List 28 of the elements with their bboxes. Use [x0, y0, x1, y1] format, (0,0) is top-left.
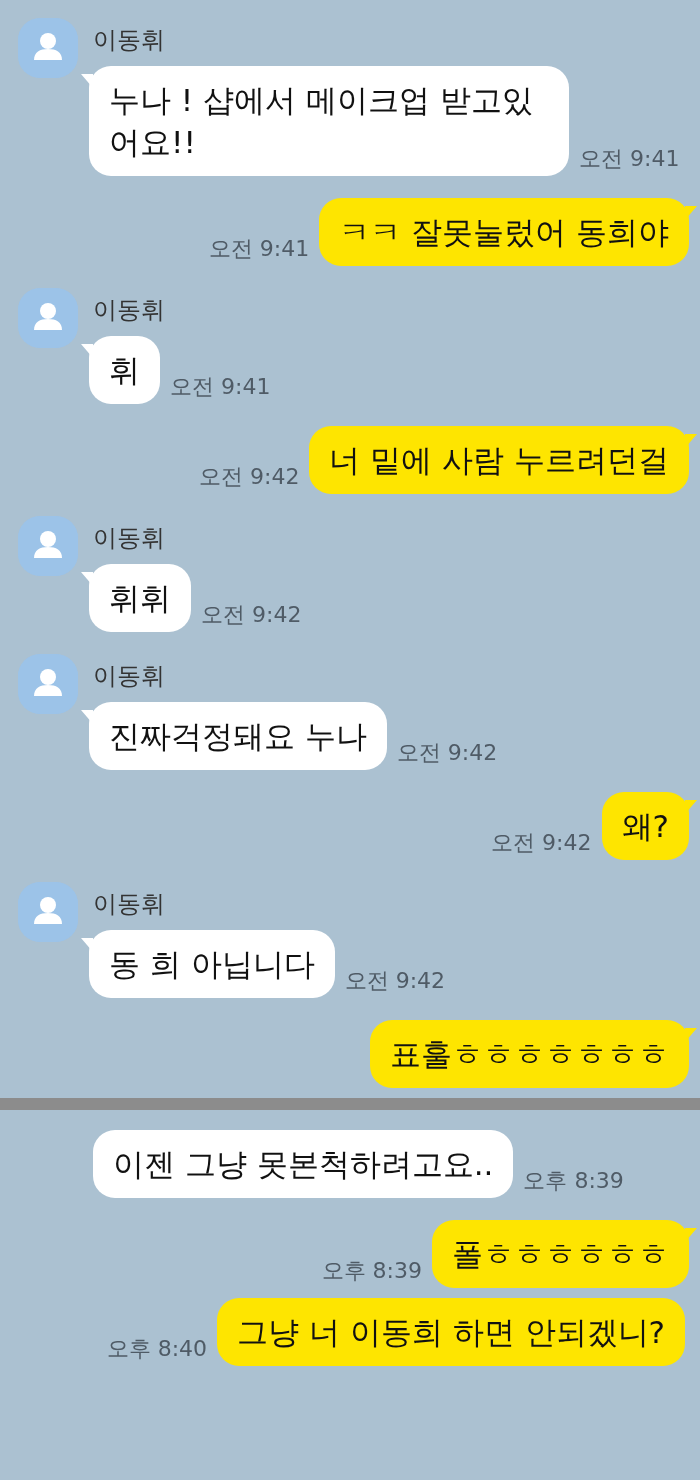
message-time: 오전 9:42 [396, 739, 498, 767]
message-time: 오후 8:39 [523, 1167, 624, 1195]
message-time: 오전 9:42 [491, 829, 592, 857]
message-time: 오전 9:42 [344, 967, 446, 995]
message-bubble: 왜? [601, 792, 689, 860]
message-bubble: 그냥 너 이동희 하면 안되겠니? [217, 1298, 685, 1366]
sender-name: 이동휘 [93, 889, 165, 920]
sender-name: 이동휘 [93, 661, 165, 692]
message-bubble: 누나 ! 샵에서 메이크업 받고있어요!! [89, 66, 569, 176]
message-bubble: 너 밑에 사람 누르려던걸 [309, 426, 689, 494]
message-time: 오후 8:40 [106, 1335, 208, 1363]
message-time: 오전 9:42 [201, 601, 302, 629]
message-bubble: 휘휘 [89, 564, 191, 632]
sender-name: 이동휘 [93, 295, 165, 326]
message-bubble: 진짜걱정돼요 누나 [89, 702, 387, 770]
message-time: 오전 9:41 [579, 145, 680, 173]
message-time: 오전 9:41 [170, 373, 271, 401]
sender-name: 이동휘 [93, 523, 165, 554]
message-time: 오전 9:42 [199, 463, 300, 491]
message-bubble: ㅋㅋ 잘못눌렀어 동희야 [319, 198, 689, 266]
message-bubble: 휘 [89, 336, 160, 404]
message-bubble: 폴ㅎㅎㅎㅎㅎㅎ [432, 1220, 689, 1288]
message-bubble: 이젠 그냥 못본척하려고요.. [93, 1130, 514, 1198]
message-bubble: 표훌ㅎㅎㅎㅎㅎㅎㅎ [370, 1020, 689, 1088]
message-time: 오후 8:39 [321, 1257, 422, 1285]
sender-name: 이동휘 [93, 25, 165, 56]
message-bubble: 동 희 아닙니다 [89, 930, 335, 998]
message-time: 오전 9:41 [208, 235, 310, 263]
